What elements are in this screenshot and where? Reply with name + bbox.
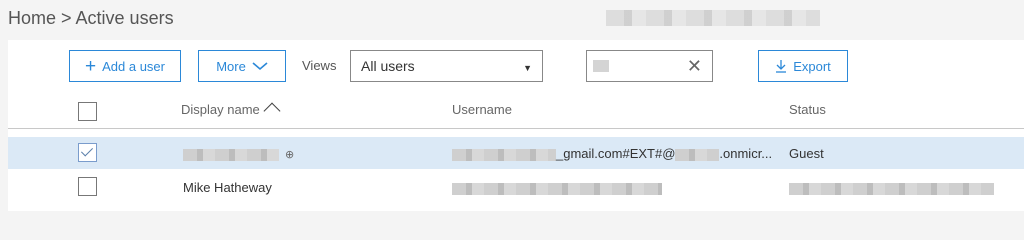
display-name-cell: ⊕ — [183, 146, 294, 161]
table-header: Display name Username Status — [8, 92, 1024, 129]
sort-ascending-icon[interactable] — [263, 102, 281, 120]
clear-search-icon[interactable]: ✕ — [687, 56, 702, 77]
tenant-name-redacted — [606, 10, 820, 26]
search-text-redacted — [593, 60, 609, 72]
username-redacted — [452, 148, 556, 161]
views-select[interactable]: All users ▼ — [350, 50, 543, 82]
row-checkbox[interactable] — [78, 143, 97, 162]
toolbar: + Add a user More Views All users ▼ ✕ Ex… — [8, 40, 1024, 92]
table-row[interactable]: Mike Hatheway — [8, 171, 1024, 203]
globe-icon: ⊕ — [285, 149, 295, 161]
display-name-cell: Mike Hatheway — [183, 180, 272, 195]
column-header-display-name[interactable]: Display name — [181, 102, 281, 120]
username-cell: _gmail.com#EXT#@ .onmicr... — [452, 146, 772, 161]
column-header-status[interactable]: Status — [789, 102, 826, 117]
status-cell: Guest — [789, 146, 824, 161]
more-button[interactable]: More — [198, 50, 286, 82]
row-checkbox[interactable] — [78, 177, 97, 196]
column-header-username[interactable]: Username — [452, 102, 512, 117]
chevron-down-icon — [252, 62, 268, 71]
table-row[interactable]: ⊕ _gmail.com#EXT#@ .onmicr... Guest — [8, 137, 1024, 169]
more-label: More — [216, 58, 246, 74]
status-cell — [789, 180, 994, 195]
plus-icon: + — [85, 55, 97, 77]
display-name-header-label: Display name — [181, 102, 260, 117]
export-button[interactable]: Export — [758, 50, 848, 82]
users-panel: + Add a user More Views All users ▼ ✕ Ex… — [8, 40, 1024, 211]
status-redacted — [789, 182, 994, 195]
add-user-button[interactable]: + Add a user — [69, 50, 181, 82]
add-user-label: Add a user — [102, 58, 165, 74]
dropdown-caret-icon: ▼ — [523, 63, 532, 73]
export-label: Export — [793, 58, 831, 74]
display-name-redacted — [183, 148, 279, 161]
views-select-value: All users — [361, 58, 415, 74]
download-icon — [776, 60, 787, 73]
tenant-redacted — [675, 148, 720, 161]
username-cell — [452, 180, 662, 195]
username-suffix: .onmicr... — [719, 146, 773, 161]
search-input[interactable]: ✕ — [586, 50, 713, 82]
breadcrumb[interactable]: Home > Active users — [8, 8, 174, 29]
select-all-checkbox[interactable] — [78, 102, 97, 121]
views-label: Views — [302, 58, 337, 73]
username-redacted — [452, 182, 662, 195]
username-visible: _gmail.com#EXT#@ — [556, 146, 676, 161]
